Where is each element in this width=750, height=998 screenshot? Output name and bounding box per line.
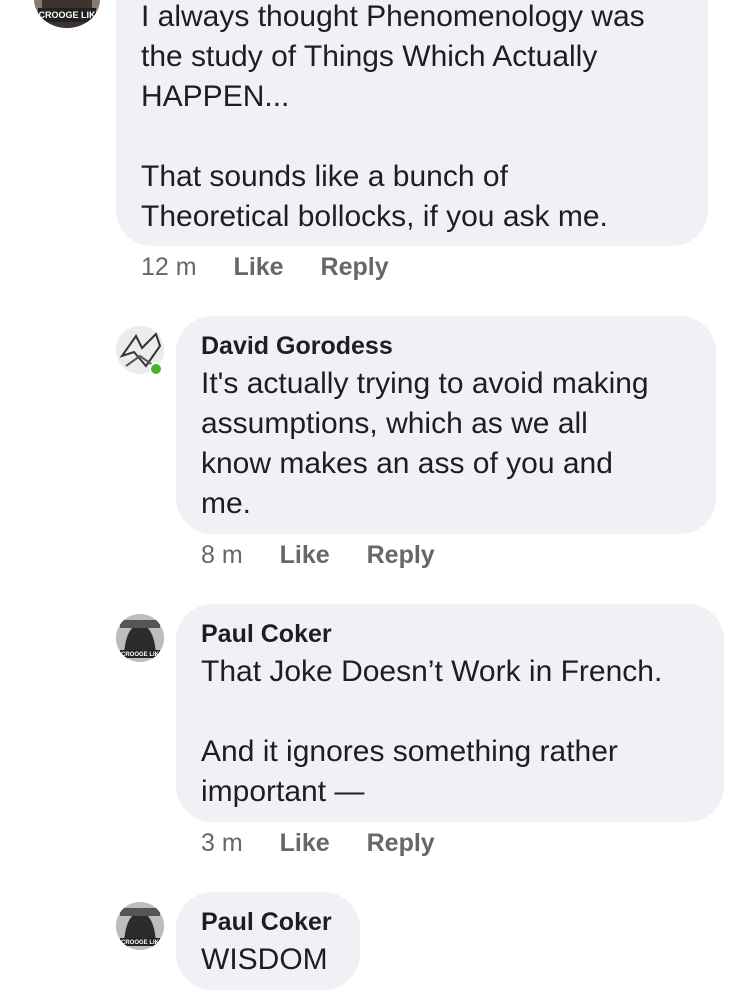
avatar-caption: SCROOGE LIKE — [34, 10, 100, 20]
reply-button[interactable]: Reply — [321, 253, 389, 281]
reply-button[interactable]: Reply — [367, 829, 435, 857]
avatar-caption: SCROOGE LIKE — [117, 940, 163, 946]
comment-author[interactable]: Paul Coker — [201, 620, 332, 649]
online-status-dot — [149, 362, 163, 376]
comment-meta: 3 m Like Reply — [201, 829, 435, 858]
avatar[interactable]: SCROOGE LIKE — [34, 0, 100, 28]
comment-meta: 8 m Like Reply — [201, 541, 435, 570]
comment-meta: 12 m Like Reply — [141, 253, 389, 282]
like-button[interactable]: Like — [280, 541, 330, 569]
comment-author[interactable]: David Gorodess — [201, 332, 393, 361]
avatar[interactable]: SCROOGE LIKE — [116, 614, 164, 662]
comment-text: WISDOM — [201, 943, 328, 976]
comment-text: That Joke Doesn’t Work in French. And it… — [201, 655, 663, 808]
comment-time: 12 m — [141, 253, 197, 281]
comment-time: 3 m — [201, 829, 243, 857]
avatar[interactable]: SCROOGE LIKE — [116, 902, 164, 950]
like-button[interactable]: Like — [234, 253, 284, 281]
avatar-caption: SCROOGE LIKE — [117, 652, 163, 658]
comment-author[interactable]: Paul Coker — [201, 908, 332, 937]
like-button[interactable]: Like — [280, 829, 330, 857]
comment-text: I always thought Phenomenology was the s… — [141, 0, 645, 233]
comment-time: 8 m — [201, 541, 243, 569]
comment-text: It's actually trying to avoid making ass… — [201, 367, 649, 520]
reply-button[interactable]: Reply — [367, 541, 435, 569]
